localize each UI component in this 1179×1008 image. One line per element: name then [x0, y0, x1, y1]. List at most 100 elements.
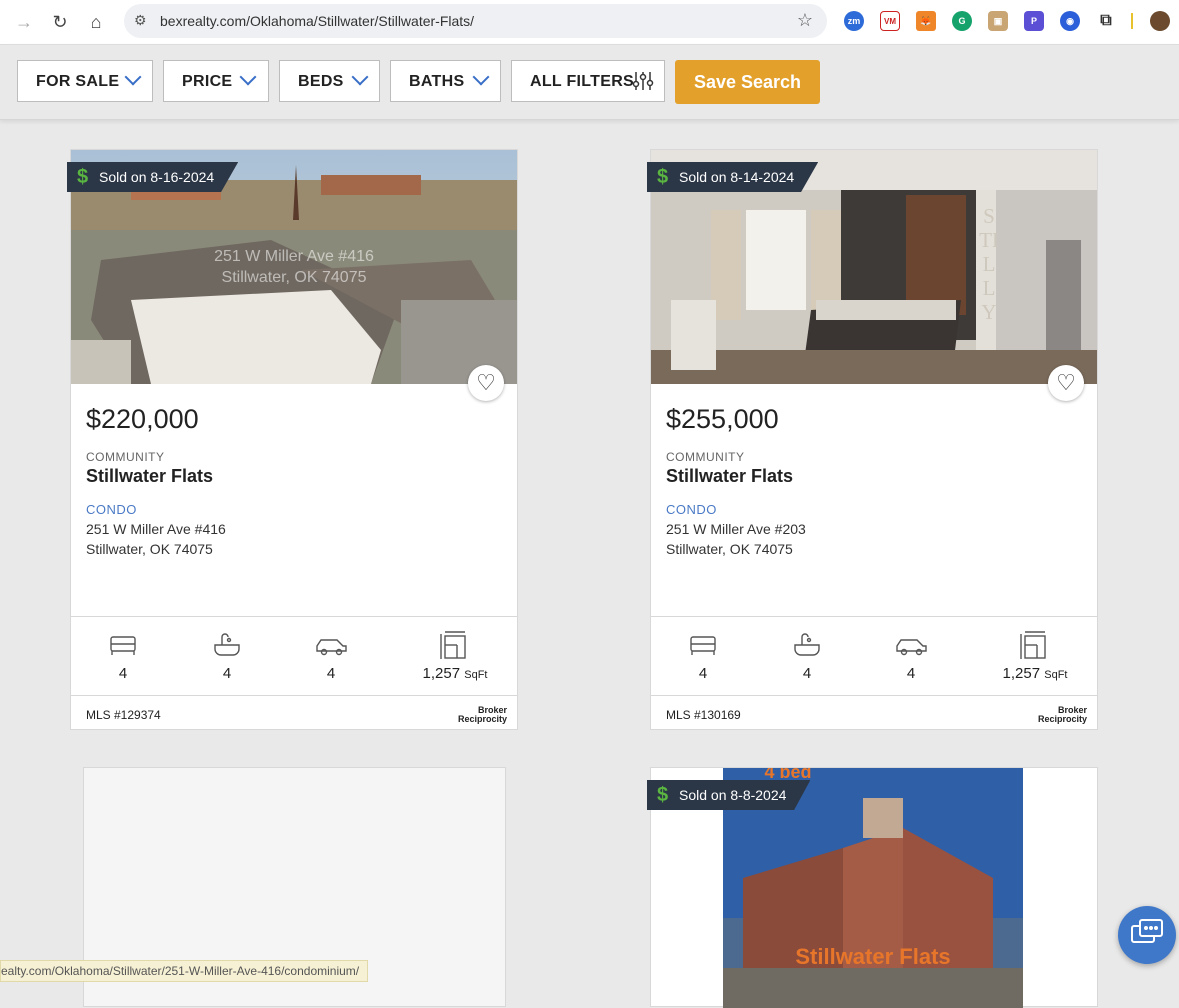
beds-dropdown[interactable]: BEDS	[279, 60, 380, 102]
sold-badge: $ Sold on 8-8-2024	[647, 780, 811, 810]
photo-watermark: 251 W Miller Ave #416 Stillwater, OK 740…	[71, 246, 517, 288]
broker-reciprocity-logo: Broker Reciprocity	[458, 706, 507, 724]
listing-card[interactable]: 4 bed Stillwater Flats $ Sold on 8-8-202…	[647, 767, 1098, 1008]
baths-label: BATHS	[409, 73, 465, 90]
address-line-2: Stillwater, OK 74075	[666, 541, 793, 557]
chat-widget-button[interactable]	[1118, 906, 1176, 964]
zoom-extension-icon[interactable]: zm	[844, 11, 864, 31]
floorplan-icon	[440, 631, 466, 659]
circle-extension-icon[interactable]: ◉	[1060, 11, 1080, 31]
mls-number: MLS #130169	[666, 708, 741, 722]
car-icon	[896, 639, 927, 656]
favorite-heart-icon[interactable]: ♡	[1048, 365, 1084, 401]
community-name[interactable]: Stillwater Flats	[666, 466, 793, 487]
garage-value: 4	[326, 665, 336, 682]
sold-badge: $ Sold on 8-14-2024	[647, 162, 819, 192]
filter-bar: FOR SALE PRICE BEDS BATHS ALL FILTERS Sa…	[0, 45, 1179, 120]
beds-value: 4	[698, 665, 708, 682]
reload-icon[interactable]: ↻	[48, 10, 72, 34]
sold-badge: $ Sold on 8-16-2024	[67, 162, 239, 192]
community-name[interactable]: Stillwater Flats	[86, 466, 213, 487]
garage-stat: 4	[296, 631, 366, 682]
forward-icon[interactable]: →	[12, 10, 36, 34]
bathtub-icon	[794, 633, 820, 656]
baths-value: 4	[222, 665, 232, 682]
baths-stat: 4	[192, 631, 262, 682]
wall-lettering: STILLY	[979, 204, 999, 324]
watermark-line-2: Stillwater, OK 74075	[221, 269, 367, 286]
link-status-bar: ealty.com/Oklahoma/Stillwater/251-W-Mill…	[0, 960, 369, 982]
for-sale-dropdown[interactable]: FOR SALE	[17, 60, 153, 102]
chevron-down-icon	[239, 68, 257, 86]
grammarly-icon[interactable]: G	[952, 11, 972, 31]
sold-date: Sold on 8-14-2024	[679, 169, 795, 185]
sliders-icon	[632, 72, 654, 90]
sqft-value: 1,257 SqFt	[415, 665, 495, 682]
garage-stat: 4	[876, 631, 946, 682]
property-type: CONDO	[666, 502, 717, 517]
sold-date: Sold on 8-8-2024	[679, 787, 787, 803]
floorplan-icon	[1020, 631, 1046, 659]
profile-avatar[interactable]	[1150, 11, 1170, 31]
broker-logo-line-2: Reciprocity	[1037, 714, 1087, 724]
bed-icon	[110, 636, 136, 655]
baths-value: 4	[802, 665, 812, 682]
purple-extension-icon[interactable]: P	[1024, 11, 1044, 31]
beds-stat: 4	[88, 631, 158, 682]
broker-logo-line-2: Reciprocity	[457, 714, 507, 724]
beds-value: 4	[118, 665, 128, 682]
price-dropdown[interactable]: PRICE	[163, 60, 269, 102]
baths-dropdown[interactable]: BATHS	[390, 60, 501, 102]
sqft-stat: 1,257 SqFt	[995, 631, 1075, 682]
browser-toolbar: → ↻ ⌂ ⚙ bexrealty.com/Oklahoma/Stillwate…	[0, 0, 1179, 45]
community-label: COMMUNITY	[666, 450, 745, 464]
sold-date: Sold on 8-16-2024	[99, 169, 215, 185]
all-filters-label: ALL FILTERS	[530, 73, 635, 90]
listing-stats: 4 4 4 1,257 SqFt	[71, 616, 517, 696]
baths-stat: 4	[772, 631, 842, 682]
beds-label: BEDS	[298, 73, 344, 90]
dollar-icon: $	[657, 166, 669, 188]
beds-stat: 4	[668, 631, 738, 682]
chevron-down-icon	[472, 68, 490, 86]
bathtub-icon	[214, 633, 240, 656]
box-extension-icon[interactable]: ▣	[988, 11, 1008, 31]
sqft-unit: SqFt	[1044, 669, 1068, 681]
property-type: CONDO	[86, 502, 137, 517]
sqft-value: 1,257 SqFt	[995, 665, 1075, 682]
toolbar-divider	[1131, 13, 1133, 29]
sqft-number: 1,257	[1002, 665, 1041, 682]
chat-bubble-icon	[1131, 919, 1163, 943]
listing-price: $220,000	[86, 404, 199, 434]
vm-extension-icon[interactable]: VM	[880, 11, 900, 31]
save-search-button[interactable]: Save Search	[675, 60, 820, 104]
bed-icon	[690, 636, 716, 655]
url-text: bexrealty.com/Oklahoma/Stillwater/Stillw…	[160, 13, 475, 29]
price-label: PRICE	[182, 73, 233, 90]
chevron-down-icon	[124, 68, 142, 86]
listing-stats: 4 4 4 1,257 SqFt	[651, 616, 1097, 696]
bookmark-star-icon[interactable]: ☆	[797, 10, 813, 31]
dollar-icon: $	[77, 166, 89, 188]
listing-card[interactable]: STILLY $ Sold on 8-14-2024 ♡ $255,000 CO…	[647, 149, 1098, 730]
site-info-icon[interactable]: ⚙	[134, 12, 147, 29]
sqft-stat: 1,257 SqFt	[415, 631, 495, 682]
all-filters-button[interactable]: ALL FILTERS	[511, 60, 665, 102]
address-line-1: 251 W Miller Ave #203	[666, 521, 806, 537]
mls-number: MLS #129374	[86, 708, 161, 722]
home-icon[interactable]: ⌂	[84, 10, 108, 34]
listing-card[interactable]: 251 W Miller Ave #416 Stillwater, OK 740…	[67, 149, 518, 730]
garage-value: 4	[906, 665, 916, 682]
watermark-line-1: 251 W Miller Ave #416	[214, 248, 374, 265]
sqft-number: 1,257	[422, 665, 461, 682]
chevron-down-icon	[351, 68, 369, 86]
car-icon	[316, 639, 347, 656]
favorite-heart-icon[interactable]: ♡	[468, 365, 504, 401]
broker-reciprocity-logo: Broker Reciprocity	[1038, 706, 1087, 724]
metamask-fox-icon[interactable]: 🦊	[916, 11, 936, 31]
address-bar[interactable]: ⚙ bexrealty.com/Oklahoma/Stillwater/Stil…	[124, 4, 827, 38]
puzzle-icon[interactable]: ⧉	[1096, 11, 1116, 31]
listing-price: $255,000	[666, 404, 779, 434]
community-label: COMMUNITY	[86, 450, 165, 464]
sqft-unit: SqFt	[464, 669, 488, 681]
